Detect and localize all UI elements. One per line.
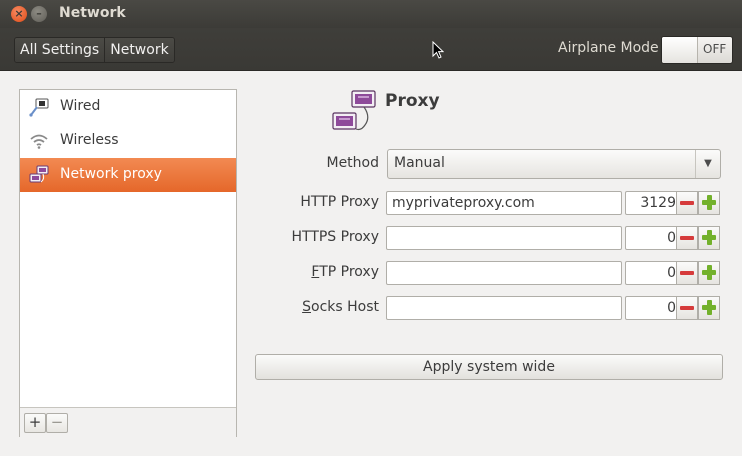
ftp-proxy-host-input[interactable] [386,261,622,285]
add-connection-button[interactable]: + [24,413,46,433]
ftp-proxy-port-input[interactable]: 0 [625,261,681,285]
breadcrumb: All Settings Network [14,37,175,63]
sidebar-item-label: Wired [60,98,101,114]
breadcrumb-all-settings[interactable]: All Settings [15,38,105,62]
sidebar-item-label: Wireless [60,132,119,148]
page-title: Proxy [385,91,440,111]
socks-mnemonic: S [302,299,311,315]
network-proxy-large-icon [332,90,376,131]
http-proxy-host-input[interactable]: myprivateproxy.com [386,191,622,215]
socks-host-input[interactable] [386,296,622,320]
method-select[interactable]: Manual ▼ [387,149,721,179]
socks-port-decrement-button[interactable] [676,296,698,320]
https-port-increment-button[interactable] [698,226,720,250]
minus-icon [680,271,694,275]
mouse-cursor-icon [432,41,444,59]
breadcrumb-network[interactable]: Network [104,38,174,62]
content-area: Wired Wireless Network proxy + − Proxy M… [0,71,742,456]
plus-icon-vertical [707,265,712,280]
ftp-port-increment-button[interactable] [698,261,720,285]
airplane-mode-label: Airplane Mode [558,40,659,56]
plus-icon-vertical [707,195,712,210]
socks-port-input[interactable]: 0 [625,296,681,320]
sidebar-item-label: Network proxy [60,166,162,182]
https-proxy-port-input[interactable]: 0 [625,226,681,250]
http-port-increment-button[interactable] [698,191,720,215]
method-label: Method [326,155,379,171]
title-bar: × – Network [0,0,742,28]
ftp-label-rest: TP Proxy [319,264,379,280]
method-selected-value: Manual [394,155,445,171]
sidebar-item-wireless[interactable]: Wireless [20,124,236,158]
https-proxy-label: HTTPS Proxy [291,229,379,245]
chevron-down-icon[interactable]: ▼ [695,150,720,178]
network-proxy-icon [29,165,49,183]
minus-icon [680,236,694,240]
switch-knob[interactable] [662,37,698,63]
apply-system-wide-button[interactable]: Apply system wide [255,354,723,380]
ftp-port-decrement-button[interactable] [676,261,698,285]
socks-label-rest: ocks Host [311,299,379,315]
close-icon[interactable]: × [11,6,27,22]
sidebar-footer: + − [20,407,236,437]
wired-network-icon [29,98,49,117]
http-proxy-port-input[interactable]: 3129 [625,191,681,215]
switch-state-text: OFF [703,42,727,56]
sidebar-item-network-proxy[interactable]: Network proxy [20,158,236,192]
http-port-decrement-button[interactable] [676,191,698,215]
window-title: Network [59,5,126,21]
airplane-mode-switch[interactable]: OFF [661,36,733,64]
sidebar-item-wired[interactable]: Wired [20,90,236,124]
minus-icon [680,306,694,310]
minus-icon [680,201,694,205]
toolbar: All Settings Network Airplane Mode OFF [0,28,742,71]
http-proxy-label: HTTP Proxy [300,194,379,210]
plus-icon-vertical [707,230,712,245]
https-proxy-host-input[interactable] [386,226,622,250]
ftp-proxy-label: FTP Proxy [259,264,379,280]
remove-connection-button[interactable]: − [46,413,68,433]
socks-port-increment-button[interactable] [698,296,720,320]
minimize-icon[interactable]: – [31,6,47,22]
network-device-list: Wired Wireless Network proxy + − [19,89,237,437]
https-port-decrement-button[interactable] [676,226,698,250]
wireless-icon [30,134,48,149]
socks-host-label: Socks Host [259,299,379,315]
plus-icon-vertical [707,300,712,315]
